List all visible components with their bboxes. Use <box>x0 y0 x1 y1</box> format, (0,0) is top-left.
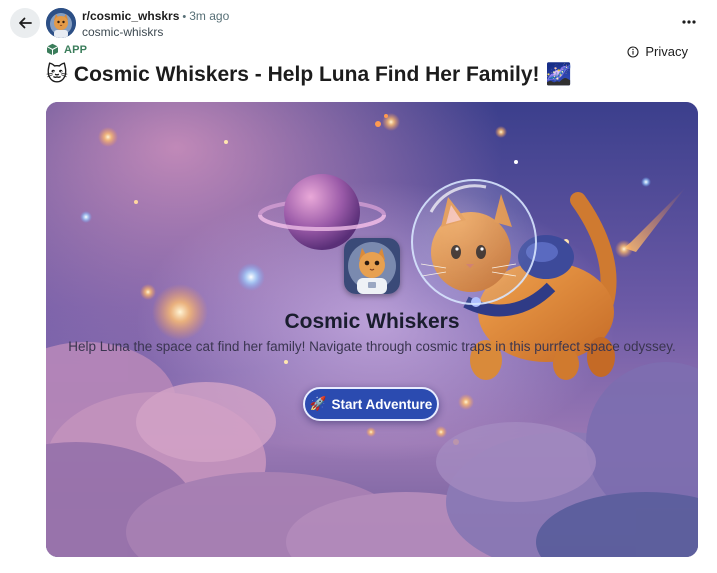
privacy-label: Privacy <box>645 44 688 59</box>
post-page: r/cosmic_whskrs • 3m ago cosmic-whiskrs AP… <box>0 0 717 573</box>
more-options-button[interactable] <box>675 12 703 32</box>
community-name[interactable]: r/cosmic_whskrs <box>82 9 179 23</box>
privacy-link[interactable]: Privacy <box>627 44 688 59</box>
post-time: 3m ago <box>189 9 230 23</box>
post-title-text: Cosmic Whiskers - Help Luna Find Her Fam… <box>73 62 540 86</box>
back-button[interactable] <box>10 8 40 38</box>
community-avatar[interactable] <box>46 8 76 38</box>
start-adventure-label: Start Adventure <box>331 396 433 412</box>
rocket-emoji-icon: 🚀 <box>309 396 327 411</box>
back-arrow-icon <box>19 17 32 29</box>
cat-astronaut-avatar-icon <box>46 8 76 38</box>
app-tag-label: APP <box>64 43 88 56</box>
start-adventure-button[interactable]: 🚀 Start Adventure <box>303 387 439 421</box>
info-circle-icon <box>627 45 639 58</box>
game-app-icon <box>344 238 400 294</box>
app-tag: APP <box>46 43 87 56</box>
author-username[interactable]: cosmic-whiskrs <box>82 25 229 39</box>
cat-face-emoji-icon: 🐱 <box>46 63 68 86</box>
post-title: 🐱 Cosmic Whiskers - Help Luna Find Her F… <box>46 62 572 87</box>
app-cube-icon <box>46 43 59 56</box>
meta-separator: • <box>182 11 187 23</box>
cat-astronaut-app-icon <box>344 238 400 294</box>
more-horizontal-icon <box>682 20 696 24</box>
milky-way-emoji-icon: 🌌 <box>545 62 572 86</box>
game-card[interactable]: Cosmic Whiskers Help Luna the space cat … <box>46 102 698 557</box>
game-title: Cosmic Whiskers <box>284 310 460 333</box>
game-description: Help Luna the space cat find her family!… <box>68 339 676 354</box>
post-meta: r/cosmic_whskrs • 3m ago cosmic-whiskrs <box>82 9 229 39</box>
